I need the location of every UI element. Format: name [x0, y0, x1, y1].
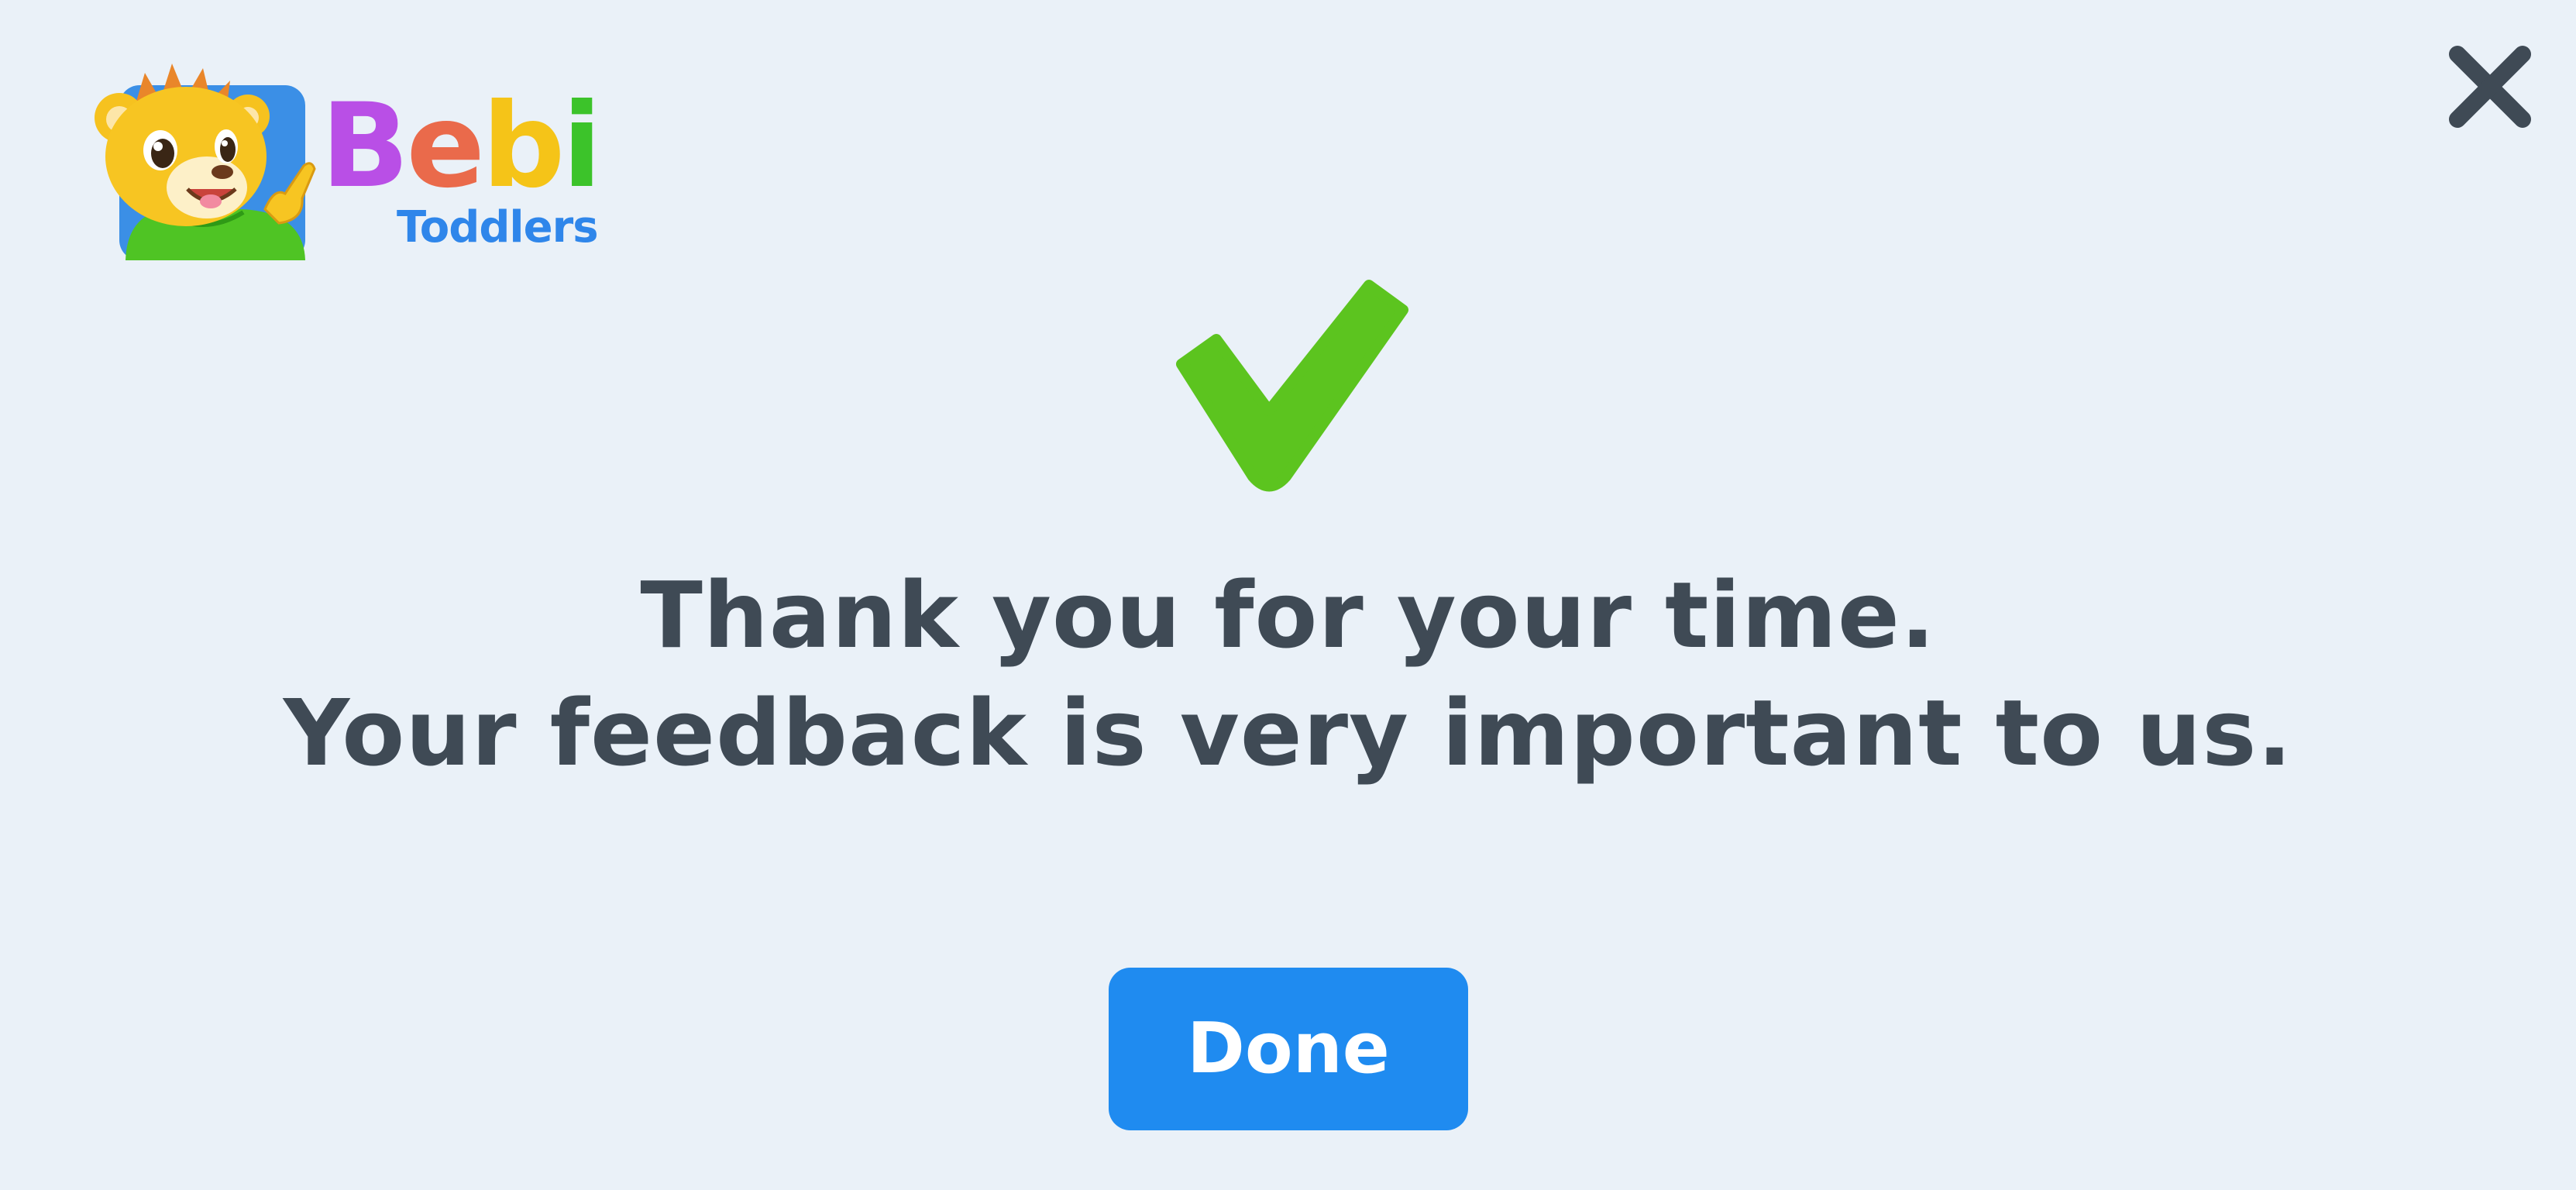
brand-letter-e: e: [406, 79, 485, 214]
close-icon: [2449, 46, 2531, 128]
brand-wordmark: Bebi Toddlers: [321, 88, 602, 267]
close-button[interactable]: [2444, 40, 2536, 133]
brand-letter-b2: b: [482, 79, 565, 214]
brand-letter-i: i: [562, 79, 601, 214]
message-line-1: Thank you for your time.: [640, 562, 1936, 669]
checkmark-icon: [1176, 280, 1408, 492]
brand-name: Bebi: [321, 79, 602, 214]
message-line-2: Your feedback is very important to us.: [283, 679, 2293, 786]
brand-subtitle: Toddlers: [397, 202, 599, 253]
done-button[interactable]: Done: [1109, 968, 1468, 1130]
bebi-toddlers-logo: Bebi Toddlers: [71, 57, 602, 267]
brand-letter-b: B: [321, 79, 409, 214]
confirmation-message: Thank you for your time. Your feedback i…: [0, 556, 2576, 792]
lion-cub-mascot-icon: [95, 64, 316, 260]
feedback-thank-you-screen: Bebi Toddlers Thank you for your time. Y…: [0, 0, 2576, 1190]
